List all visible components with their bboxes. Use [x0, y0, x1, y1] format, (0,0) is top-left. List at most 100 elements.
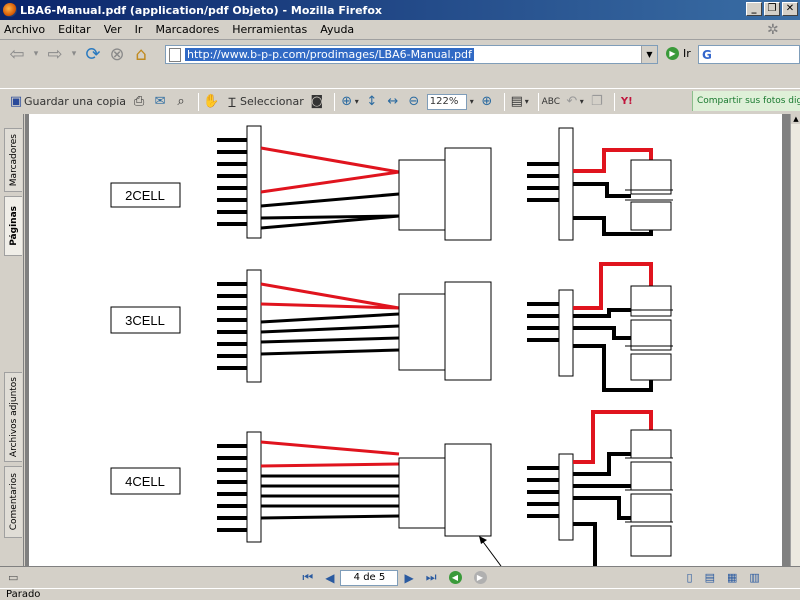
- magnifier-icon: ⊕: [341, 94, 353, 109]
- go-button[interactable]: ▶ Ir: [666, 47, 691, 60]
- tab-archivos-adjuntos[interactable]: Archivos adjuntos: [4, 372, 22, 462]
- toolbar-separator: [503, 92, 505, 111]
- single-page-icon[interactable]: ▯: [687, 571, 693, 584]
- menu-marcadores[interactable]: Marcadores: [155, 23, 219, 36]
- zoom-in-button[interactable]: ⊕: [479, 94, 495, 110]
- menu-editar[interactable]: Editar: [58, 23, 91, 36]
- menu-herramientas[interactable]: Herramientas: [232, 23, 307, 36]
- promo-banner[interactable]: Compartir sus fotos digitales: [692, 91, 800, 111]
- zoom-in-icon: ⊕: [481, 94, 493, 109]
- zoom-out-icon: ⊖: [408, 94, 420, 109]
- zoom-level[interactable]: 122% ▾: [426, 93, 474, 110]
- spellcheck-icon: ABC: [541, 96, 561, 107]
- document-viewport[interactable]: 2CELL 3CELL 4CELL: [25, 114, 790, 566]
- pdf-page: 2CELL 3CELL 4CELL: [25, 114, 782, 566]
- throbber-icon: ✲: [767, 22, 779, 38]
- select-tool-button[interactable]: Ɪ Seleccionar: [224, 94, 303, 111]
- save-copy-button[interactable]: ▣ Guardar una copia: [8, 94, 126, 110]
- menu-bar: Archivo Editar Ver Ir Marcadores Herrami…: [0, 20, 800, 40]
- go-label: Ir: [683, 47, 691, 60]
- go-back-view-icon[interactable]: ◀: [448, 571, 462, 584]
- yahoo-button[interactable]: Y!: [619, 94, 635, 110]
- connector-block: [246, 125, 262, 239]
- tab-comentarios[interactable]: Comentarios: [4, 466, 22, 538]
- last-page-icon[interactable]: ⏭: [426, 570, 437, 585]
- forward-icon[interactable]: ⇨: [44, 43, 66, 65]
- pdf-navigation-bar: ▭ ⏮ ◀ 4 de 5 ▶ ⏭ ◀ ▶ ▯ ▤ ▦ ▥: [0, 566, 800, 588]
- printer-icon: ⎙: [133, 94, 145, 109]
- toolbar-separator: [613, 92, 615, 111]
- vertical-scrollbar[interactable]: ▲: [790, 114, 800, 566]
- cell-label: 2CELL: [125, 188, 165, 203]
- window-title: LBA6-Manual.pdf (application/pdf Objeto)…: [20, 3, 382, 17]
- menu-archivo[interactable]: Archivo: [4, 23, 45, 36]
- search-input[interactable]: G: [698, 45, 800, 64]
- scroll-up-icon[interactable]: ▲: [791, 114, 800, 124]
- status-text: Parado: [6, 589, 41, 600]
- page-icon: [169, 47, 181, 62]
- hand-icon: ✋: [202, 94, 220, 109]
- go-arrow-icon: ▶: [666, 47, 679, 60]
- yahoo-icon: Y!: [620, 96, 633, 107]
- toolbar-separator: [198, 92, 200, 111]
- hand-tool-button[interactable]: ✋: [203, 94, 219, 110]
- fit-page-icon: ↕: [366, 94, 378, 109]
- back-icon[interactable]: ⇦: [6, 43, 28, 65]
- stop-icon[interactable]: ⊗: [106, 43, 128, 65]
- zoom-out-button[interactable]: ⊖: [406, 94, 422, 110]
- forward-dropdown-icon[interactable]: ▾: [68, 43, 80, 65]
- wiring-diagram: 2CELL 3CELL 4CELL: [110, 125, 673, 566]
- print-button[interactable]: ⎙: [131, 94, 147, 110]
- continuous-page-icon[interactable]: ▤: [705, 571, 715, 584]
- floppy-icon: ▣: [9, 94, 23, 109]
- page-layout-button[interactable]: ▤ ▾: [509, 94, 529, 110]
- email-icon: ✉: [154, 94, 166, 109]
- fit-width-icon: ↔: [387, 94, 399, 109]
- text-cursor-icon: Ɪ: [228, 95, 236, 111]
- zoom-field[interactable]: 122%: [426, 93, 467, 110]
- find-button[interactable]: ⌕: [173, 94, 189, 110]
- binoculars-icon: ⌕: [177, 94, 185, 109]
- undo-button[interactable]: ↶ ▾: [564, 94, 583, 110]
- menu-ir[interactable]: Ir: [135, 23, 143, 36]
- address-bar[interactable]: http://www.b-p-p.com/prodimages/LBA6-Man…: [165, 45, 658, 64]
- first-page-icon[interactable]: ⏮: [302, 570, 313, 585]
- diagram-row-2cell: 2CELL: [110, 125, 673, 241]
- facing-page-icon[interactable]: ▦: [727, 571, 737, 584]
- google-icon: G: [702, 47, 712, 62]
- tab-paginas[interactable]: Páginas: [4, 196, 22, 256]
- reload-icon[interactable]: ⟳: [82, 43, 104, 65]
- side-tabs-panel: Marcadores Páginas Archivos adjuntos Com…: [0, 114, 24, 566]
- prev-page-icon[interactable]: ◀: [325, 571, 334, 585]
- firefox-icon: [3, 3, 17, 17]
- go-forward-view-icon[interactable]: ▶: [473, 571, 487, 584]
- url-dropdown-icon[interactable]: ▼: [641, 46, 657, 63]
- close-button[interactable]: ✕: [782, 2, 798, 16]
- fit-page-button[interactable]: ↕: [364, 94, 380, 110]
- back-dropdown-icon[interactable]: ▾: [30, 43, 42, 65]
- toolbar-separator: [537, 92, 539, 111]
- panel-toggle-icon[interactable]: ▭: [8, 571, 18, 584]
- cell-label: 4CELL: [125, 474, 165, 489]
- minimize-button[interactable]: _: [746, 2, 762, 16]
- menu-ver[interactable]: Ver: [104, 23, 122, 36]
- url-text[interactable]: http://www.b-p-p.com/prodimages/LBA6-Man…: [185, 48, 474, 61]
- home-icon[interactable]: ⌂: [130, 43, 152, 65]
- next-page-icon[interactable]: ▶: [404, 571, 413, 585]
- menu-ayuda[interactable]: Ayuda: [320, 23, 354, 36]
- maximize-button[interactable]: ❐: [764, 2, 780, 16]
- tab-marcadores[interactable]: Marcadores: [4, 128, 22, 192]
- continuous-facing-icon[interactable]: ▥: [749, 571, 759, 584]
- email-button[interactable]: ✉: [152, 94, 168, 110]
- diagram-row-4cell: 4CELL: [110, 410, 673, 566]
- zoom-dropdown-icon[interactable]: ▾: [470, 97, 474, 106]
- spellcheck-button[interactable]: ABC: [541, 94, 561, 110]
- document-icon: ▤: [510, 94, 523, 109]
- snapshot-button[interactable]: ◙: [309, 94, 325, 110]
- zoom-tool-button[interactable]: ⊕ ▾: [339, 94, 358, 110]
- window-titlebar: LBA6-Manual.pdf (application/pdf Objeto)…: [0, 0, 800, 20]
- page-number-field[interactable]: 4 de 5: [340, 569, 399, 586]
- copy-button[interactable]: ❐: [589, 94, 605, 110]
- fit-width-button[interactable]: ↔: [385, 94, 401, 110]
- status-bar: Parado: [0, 588, 800, 600]
